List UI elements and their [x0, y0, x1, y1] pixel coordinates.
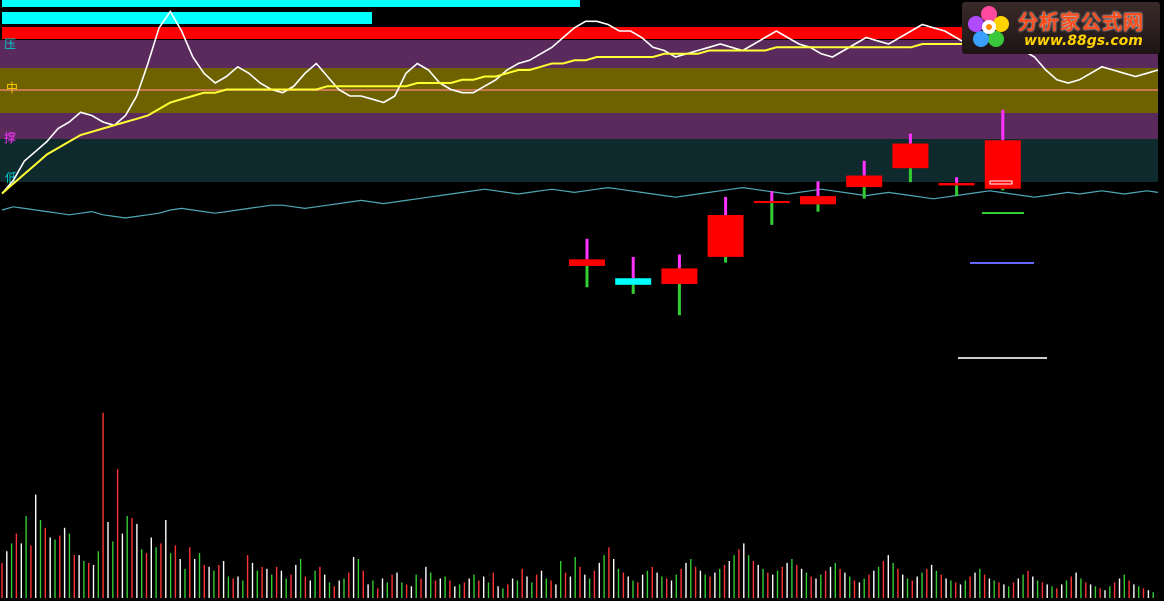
candle-body [707, 215, 744, 257]
band-label-support: 撑 [4, 130, 16, 145]
candle [753, 191, 790, 225]
logo-url: www.88gs.com [1024, 33, 1143, 49]
bar-cyan-1 [2, 0, 580, 7]
candle-body [753, 201, 790, 204]
band-label-top: 压 [4, 37, 16, 51]
band-label-mid: 中 [6, 80, 18, 95]
candle-body [661, 268, 698, 284]
candle-body [569, 259, 605, 266]
flower-logo-icon [968, 6, 1009, 47]
bar-cyan-2 [2, 12, 372, 24]
candle-body [615, 278, 652, 285]
volume-bars [1, 412, 1154, 598]
candle [800, 181, 836, 212]
level-markers [958, 180, 1047, 359]
logo-title: 分析家公式网 [1018, 10, 1144, 34]
candle [569, 238, 605, 288]
band-bottom [0, 139, 1158, 182]
candle [707, 196, 744, 263]
brand-logo: 分析家公式网 www.88gs.com [962, 2, 1160, 54]
band-support [0, 113, 1158, 139]
candle-body [800, 196, 836, 205]
chart-canvas: 压 中 撑 低 [0, 0, 1159, 598]
candle-body [892, 143, 929, 169]
candle-body [846, 175, 883, 188]
candle [661, 254, 698, 316]
candle [615, 256, 652, 294]
candle-body [938, 182, 975, 186]
